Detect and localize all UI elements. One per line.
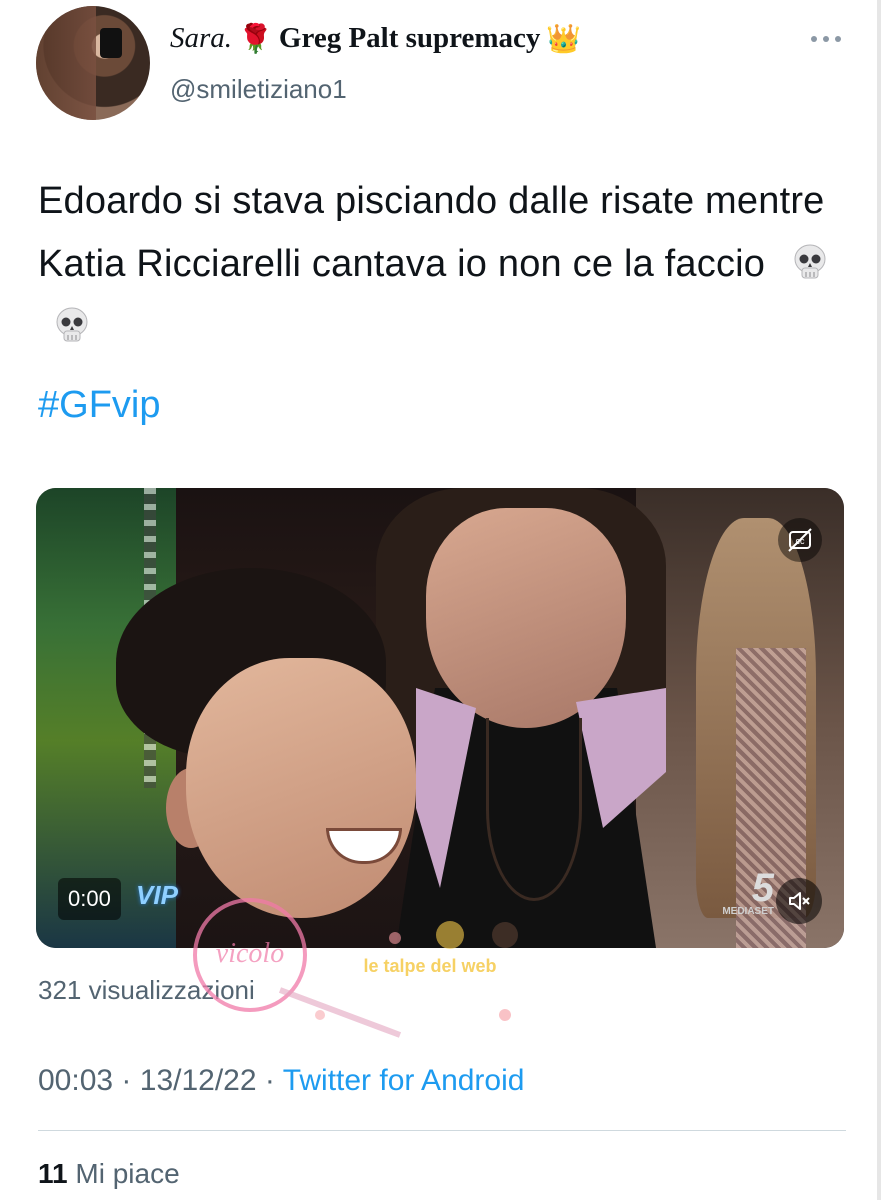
mute-icon[interactable] — [776, 878, 822, 924]
likes-stat[interactable]: 11 Mi piace — [38, 1158, 180, 1190]
hashtag-link[interactable]: #GFvip — [38, 384, 160, 427]
captions-off-icon[interactable]: cc — [778, 518, 822, 562]
rose-emoji-icon: 🌹 — [238, 23, 273, 54]
likes-count: 11 — [38, 1158, 68, 1189]
skull-emoji-icon — [56, 307, 88, 342]
video-timecode: 0:00 — [58, 878, 121, 920]
likes-label: Mi piace — [75, 1158, 180, 1189]
tweet-source-link[interactable]: Twitter for Android — [283, 1064, 525, 1097]
divider — [38, 1130, 846, 1131]
tweet-text: Edoardo si stava pisciando dalle risate … — [38, 170, 858, 359]
tweet-meta: 00:03 · 13/12/22 · Twitter for Android — [38, 1064, 524, 1098]
tweet-body: Edoardo si stava pisciando dalle risate … — [38, 180, 825, 285]
video-player[interactable]: cc 0:00 VIP 5 MEDIASET — [36, 488, 844, 948]
avatar-phone — [100, 28, 122, 58]
user-handle[interactable]: @smiletiziano1 — [170, 74, 347, 105]
crown-emoji-icon: 👑 — [546, 23, 582, 54]
skull-emoji-icon — [794, 244, 826, 279]
avatar-hair — [36, 6, 96, 120]
display-name-row[interactable]: Sara. 🌹 Greg Palt supremacy 👑 — [170, 22, 581, 55]
view-count: 321 visualizzazioni — [38, 975, 255, 1005]
meta-separator: · — [121, 1064, 132, 1097]
display-name-main: Greg Palt supremacy — [278, 22, 541, 54]
tweet-date: 13/12/22 — [139, 1064, 257, 1097]
display-name-prefix: Sara. — [170, 22, 233, 54]
avatar[interactable] — [36, 6, 150, 120]
channel-logo: 5 — [751, 866, 774, 910]
screen-edge — [877, 0, 881, 1200]
more-options-icon[interactable] — [806, 32, 846, 46]
show-logo: VIP — [136, 880, 178, 910]
tweet-header: Sara. 🌹 Greg Palt supremacy 👑 @smiletizi… — [36, 4, 846, 124]
meta-separator: · — [264, 1064, 275, 1097]
channel-logo-sub: MEDIASET — [722, 906, 774, 917]
display-name[interactable]: Sara. — [170, 22, 232, 55]
svg-text:le talpe del web: le talpe del web — [363, 956, 496, 976]
tweet-time: 00:03 — [38, 1064, 114, 1097]
